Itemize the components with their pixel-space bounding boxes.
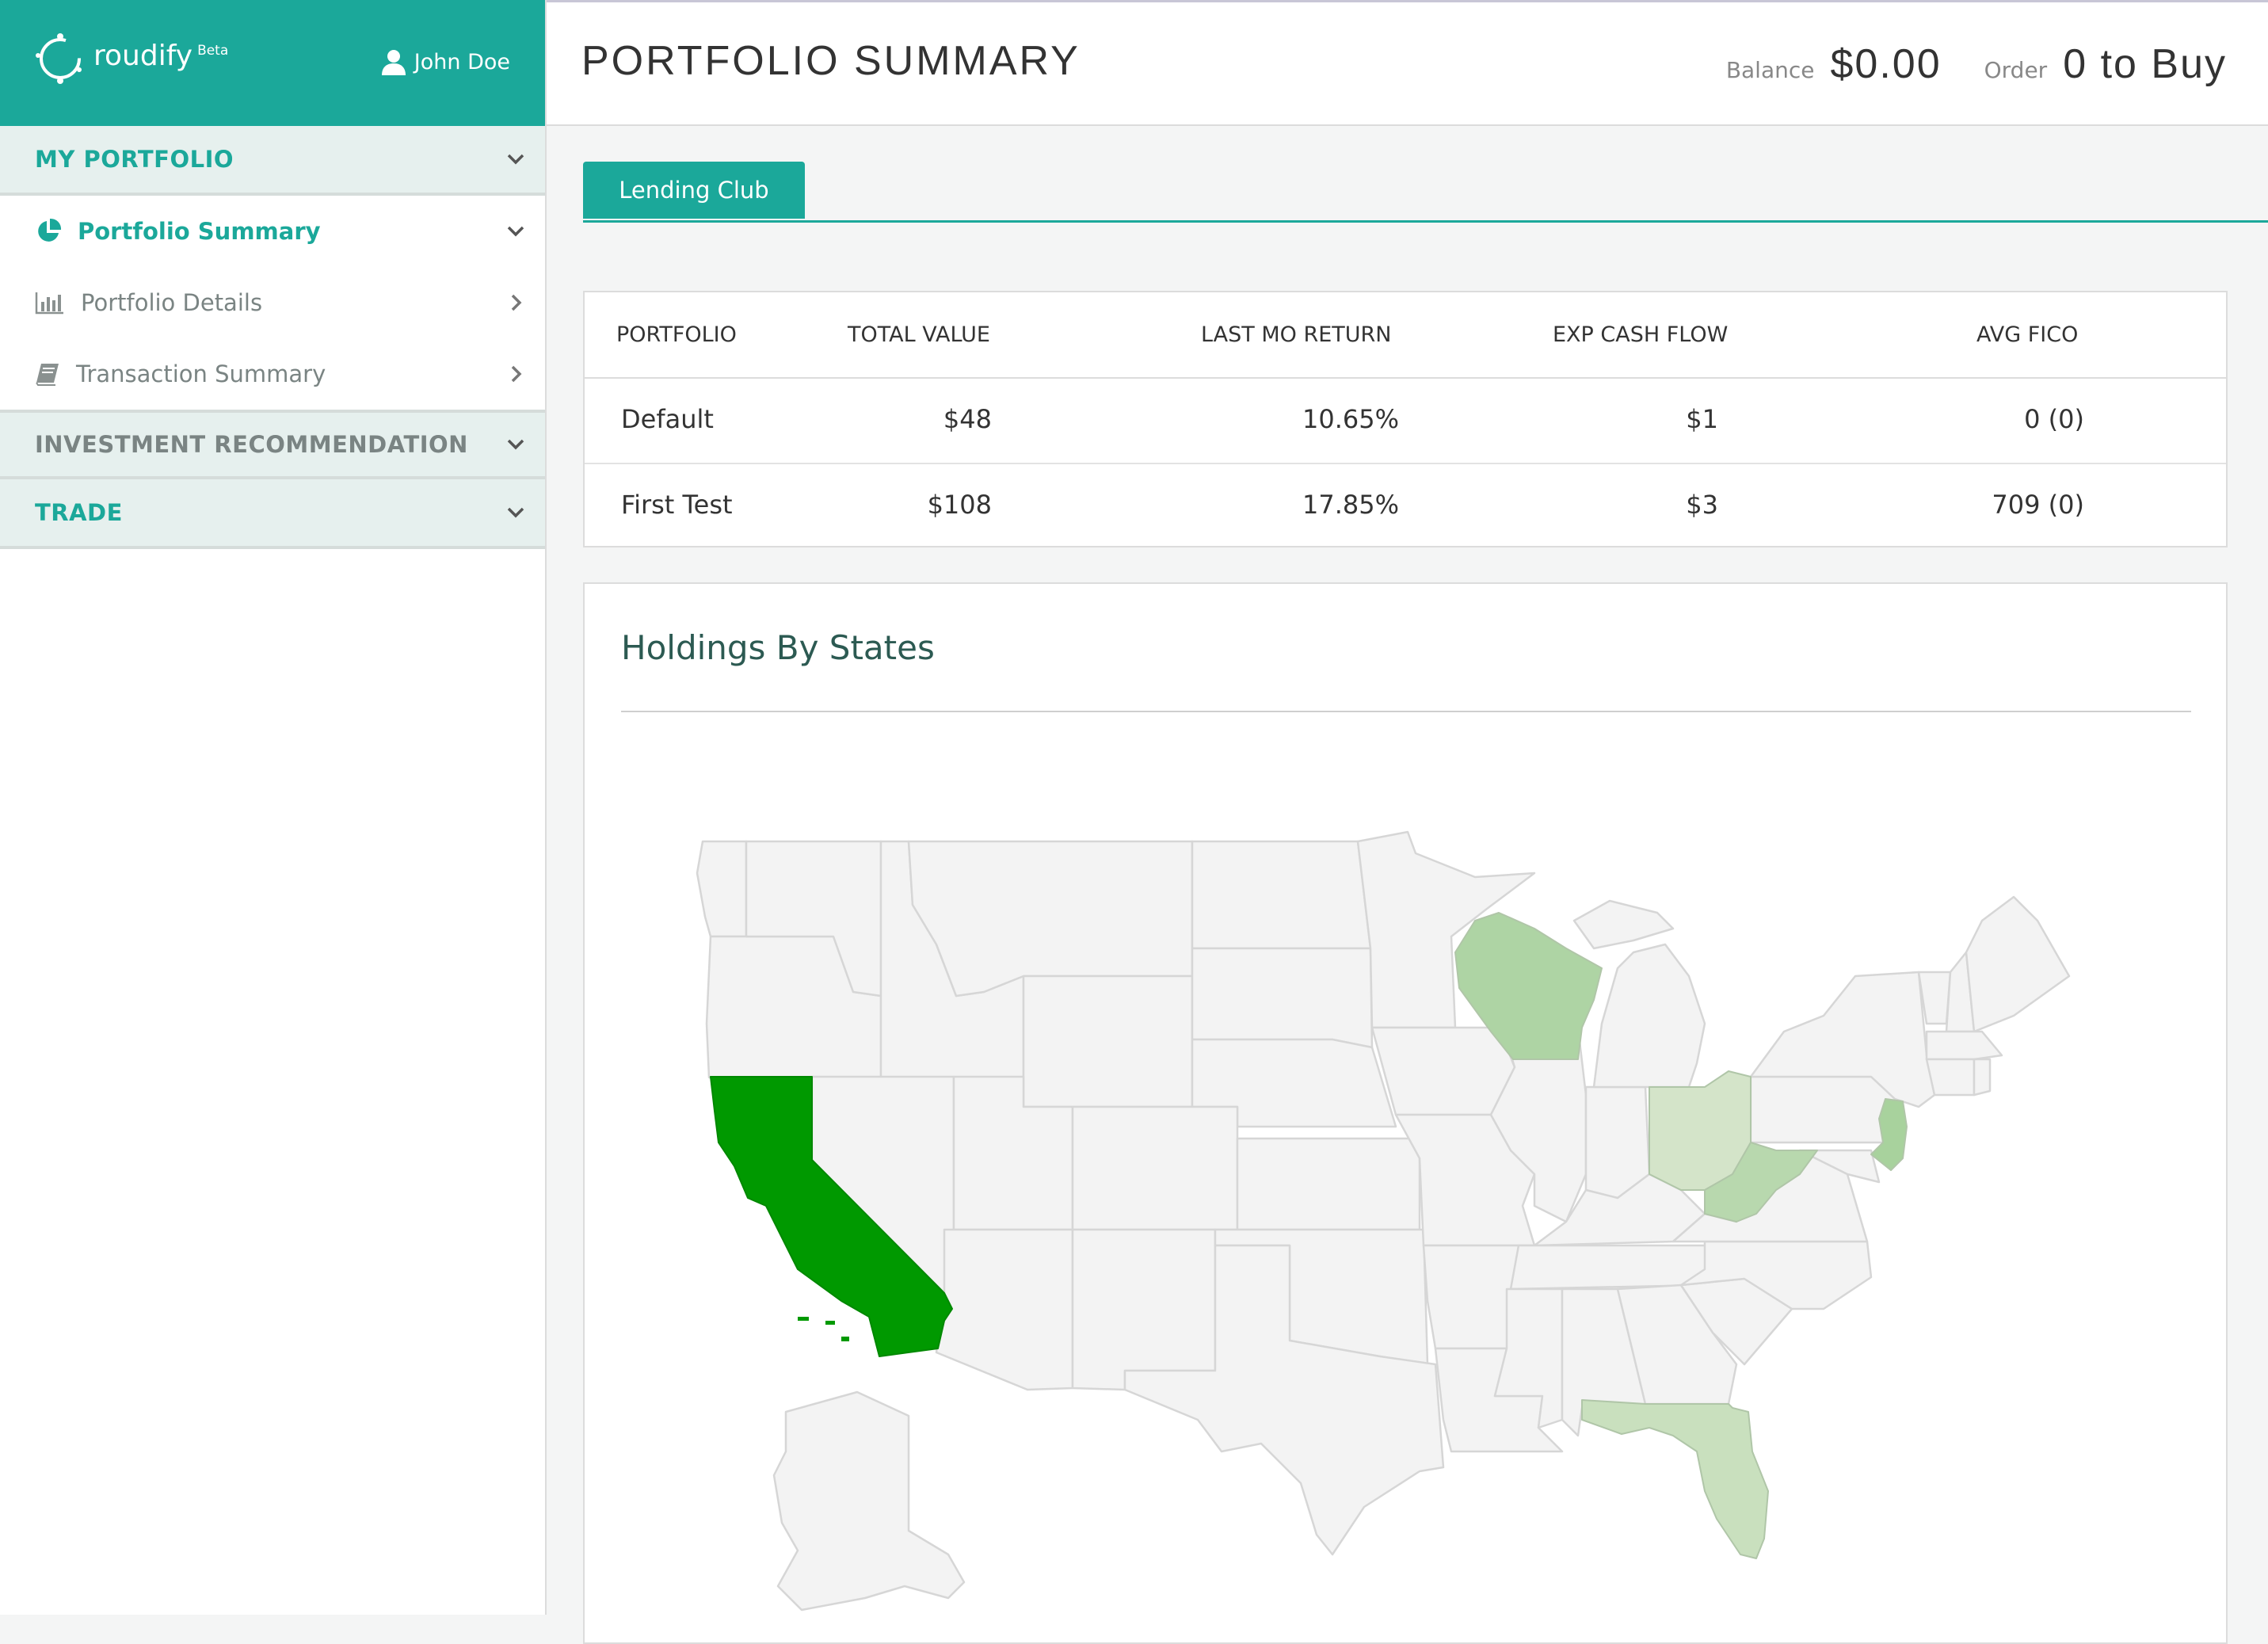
nav-item-portfolio-details[interactable]: Portfolio Details <box>0 267 545 338</box>
column-header-exp-cash-flow: EXP CASH FLOW <box>1553 322 1729 347</box>
state-nm[interactable] <box>1071 1228 1217 1391</box>
cell-avg-fico: 0 (0) <box>2024 404 2084 434</box>
user-icon <box>381 50 406 75</box>
account-metrics: Balance $0.00 Order 0 to Buy <box>1726 40 2227 88</box>
column-header-last-mo-return: LAST MO RETURN <box>1201 322 1392 347</box>
us-states-map <box>696 830 2071 1612</box>
brand-bar: roudify Beta John Doe <box>0 0 545 126</box>
sidebar: roudify Beta John Doe MY PORTFOLIO Portf… <box>0 0 547 1615</box>
state-pa[interactable] <box>1749 1075 1896 1144</box>
state-wa[interactable] <box>696 840 748 938</box>
nav-item-label: Transaction Summary <box>76 360 326 387</box>
brand-tag: Beta <box>197 43 229 59</box>
holdings-map-card: Holdings By States <box>583 582 2228 1644</box>
cell-last-mo-return: 10.65% <box>1302 404 1399 434</box>
cell-avg-fico: 709 (0) <box>1992 490 2084 520</box>
cell-exp-cash-flow: $3 <box>1686 490 1718 520</box>
order-value[interactable]: 0 to Buy <box>2063 40 2227 88</box>
chevron-right-icon <box>511 365 522 383</box>
cell-last-mo-return: 17.85% <box>1302 490 1399 520</box>
column-header-total-value: TOTAL VALUE <box>848 322 990 347</box>
section-investment-recommendation[interactable]: INVESTMENT RECOMMENDATION <box>0 410 545 479</box>
brand-name: roudify <box>93 40 193 72</box>
chevron-down-icon <box>507 439 524 450</box>
state-az[interactable] <box>935 1228 1074 1391</box>
section-label: INVESTMENT RECOMMENDATION <box>35 431 468 458</box>
state-sd[interactable] <box>1191 947 1374 1049</box>
state-nd[interactable] <box>1191 840 1372 950</box>
cell-total-value: $48 <box>943 404 992 434</box>
user-menu[interactable]: John Doe <box>379 48 510 76</box>
bar-chart-icon <box>35 292 63 315</box>
state-wy[interactable] <box>1022 975 1194 1108</box>
state-ma[interactable] <box>1925 1030 2003 1061</box>
cell-total-value: $108 <box>927 490 992 520</box>
nav-item-label: Portfolio Details <box>81 289 263 316</box>
state-ks[interactable] <box>1236 1137 1421 1231</box>
column-header-portfolio: PORTFOLIO <box>616 322 737 347</box>
section-my-portfolio[interactable]: MY PORTFOLIO <box>0 126 545 196</box>
table-row[interactable]: First Test $108 17.85% $3 709 (0) <box>585 464 2226 548</box>
state-fl[interactable] <box>1581 1399 1769 1559</box>
logo-icon <box>36 33 82 84</box>
user-name: John Doe <box>414 49 510 74</box>
nav-item-label: Portfolio Summary <box>78 218 321 245</box>
nav-item-transaction-summary[interactable]: Transaction Summary <box>0 338 545 410</box>
state-mi[interactable] <box>1592 943 1706 1089</box>
chevron-down-icon <box>507 154 524 165</box>
balance-value: $0.00 <box>1830 41 1942 87</box>
logo[interactable]: roudify Beta <box>33 32 228 86</box>
section-label: TRADE <box>35 499 123 526</box>
state-mt[interactable] <box>907 840 1194 997</box>
column-header-avg-fico: AVG FICO <box>1976 322 2079 347</box>
balance-label: Balance <box>1725 57 1815 83</box>
cell-portfolio: Default <box>621 404 714 434</box>
platform-tabs: Lending Club <box>583 162 2268 223</box>
state-me[interactable] <box>1965 895 2071 1033</box>
tab-lending-club[interactable]: Lending Club <box>583 162 805 219</box>
nav-item-portfolio-summary[interactable]: Portfolio Summary <box>0 196 545 267</box>
section-label: MY PORTFOLIO <box>35 146 234 173</box>
chevron-down-icon <box>507 226 524 237</box>
state-mi-upper[interactable] <box>1572 899 1675 950</box>
state-ca-islands <box>798 1317 849 1341</box>
portfolio-table: PORTFOLIO TOTAL VALUE LAST MO RETURN EXP… <box>583 291 2228 547</box>
pie-chart-icon <box>38 218 62 242</box>
chevron-right-icon <box>511 294 522 311</box>
cell-portfolio: First Test <box>621 490 733 520</box>
table-header: PORTFOLIO TOTAL VALUE LAST MO RETURN EXP… <box>585 292 2226 379</box>
page-title: PORTFOLIO SUMMARY <box>581 38 1081 84</box>
order-label: Order <box>1984 57 2048 83</box>
book-icon <box>36 364 59 386</box>
state-ri[interactable] <box>1973 1058 1992 1097</box>
table-row[interactable]: Default $48 10.65% $1 0 (0) <box>585 379 2226 464</box>
state-ak[interactable] <box>772 1390 966 1612</box>
chevron-down-icon <box>507 507 524 518</box>
state-co[interactable] <box>1071 1105 1239 1231</box>
state-ia[interactable] <box>1370 1026 1516 1116</box>
section-trade[interactable]: TRADE <box>0 479 545 549</box>
top-bar: PORTFOLIO SUMMARY Balance $0.00 Order 0 … <box>547 0 2268 126</box>
cell-exp-cash-flow: $1 <box>1686 404 1718 434</box>
state-ct[interactable] <box>1925 1058 1976 1097</box>
